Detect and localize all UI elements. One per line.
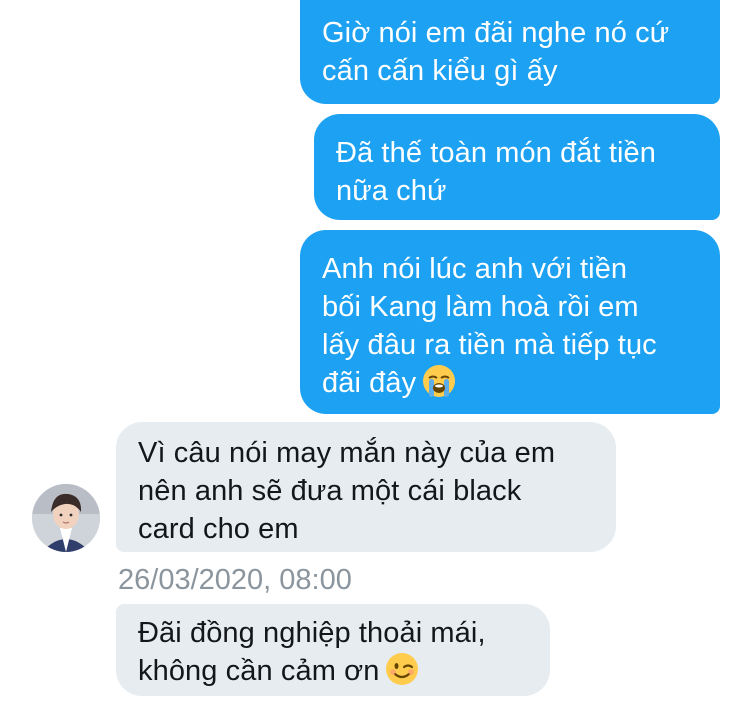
message-timestamp: 26/03/2020, 08:00 bbox=[118, 564, 352, 596]
outgoing-message[interactable]: Anh nói lúc anh với tiền bối Kang làm ho… bbox=[300, 230, 720, 414]
winking-face-icon bbox=[385, 652, 419, 696]
message-text: Đã thế toàn món đắt tiền nữa chứ bbox=[336, 137, 656, 207]
outgoing-message[interactable]: Đã thế toàn món đắt tiền nữa chứ bbox=[314, 114, 720, 220]
message-text: Đãi đồng nghiệp thoải mái, không cần cảm… bbox=[138, 617, 486, 687]
avatar[interactable] bbox=[32, 484, 100, 552]
profile-photo-icon bbox=[32, 484, 100, 552]
incoming-message[interactable]: Đãi đồng nghiệp thoải mái, không cần cảm… bbox=[116, 604, 550, 696]
loudly-crying-face-icon bbox=[422, 364, 456, 408]
outgoing-message[interactable]: Giờ nói em đãi nghe nó cứ cấn cấn kiểu g… bbox=[300, 0, 720, 104]
incoming-message[interactable]: Vì câu nói may mắn này của em nên anh sẽ… bbox=[116, 422, 616, 552]
message-text: Giờ nói em đãi nghe nó cứ cấn cấn kiểu g… bbox=[322, 17, 670, 87]
message-text: Anh nói lúc anh với tiền bối Kang làm ho… bbox=[322, 253, 657, 399]
message-text: Vì câu nói may mắn này của em nên anh sẽ… bbox=[138, 437, 556, 545]
